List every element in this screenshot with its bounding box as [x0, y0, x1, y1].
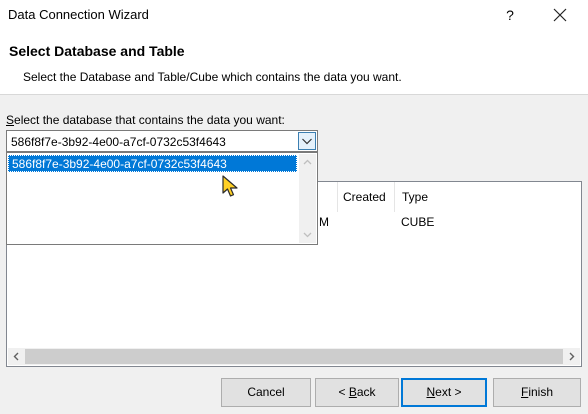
scrollbar-thumb[interactable]	[25, 349, 563, 364]
chevron-down-icon	[303, 232, 312, 238]
table-row-name-partial[interactable]: M	[319, 215, 329, 229]
title-bar: Data Connection Wizard ?	[0, 0, 588, 30]
database-dropdown-list[interactable]: 586f8f7e-3b92-4e00-a7cf-0732c53f4643	[6, 152, 318, 245]
scroll-left-button[interactable]	[8, 348, 25, 365]
close-button[interactable]	[548, 3, 572, 27]
wizard-header: Select Database and Table Select the Dat…	[0, 30, 588, 95]
column-header-created[interactable]: Created	[337, 182, 394, 212]
database-label-mnemonic: S	[6, 113, 15, 127]
page-title: Select Database and Table	[9, 43, 185, 59]
database-label-text: elect the database that contains the dat…	[14, 113, 285, 127]
mouse-cursor-icon	[222, 175, 238, 197]
combobox-dropdown-button[interactable]	[298, 132, 316, 150]
finish-button[interactable]: Finish	[493, 378, 581, 407]
finish-button-label: inish	[528, 385, 554, 399]
scroll-right-button[interactable]	[563, 348, 580, 365]
chevron-right-icon	[569, 352, 575, 361]
back-button-label: ack	[356, 385, 376, 399]
table-row-type[interactable]: CUBE	[401, 215, 434, 229]
back-button[interactable]: < Back	[315, 378, 399, 407]
help-button[interactable]: ?	[500, 5, 520, 25]
dropdown-scrollbar[interactable]	[299, 154, 316, 243]
back-button-mnemonic: B	[348, 385, 357, 399]
column-header-type[interactable]: Type	[394, 182, 474, 212]
horizontal-scrollbar[interactable]	[8, 348, 580, 365]
scroll-up-button[interactable]	[299, 154, 316, 171]
database-combobox[interactable]: 586f8f7e-3b92-4e00-a7cf-0732c53f4643	[6, 130, 318, 152]
close-icon	[553, 8, 567, 22]
chevron-down-icon	[302, 138, 312, 145]
page-subtitle: Select the Database and Table/Cube which…	[23, 70, 402, 84]
scroll-down-button[interactable]	[299, 226, 316, 243]
next-button-mnemonic: N	[426, 385, 436, 399]
database-option[interactable]: 586f8f7e-3b92-4e00-a7cf-0732c53f4643	[8, 155, 297, 172]
cancel-button[interactable]: Cancel	[221, 378, 311, 407]
next-button[interactable]: Next >	[401, 378, 487, 407]
database-label: Select the database that contains the da…	[6, 113, 285, 127]
data-connection-wizard-window: Data Connection Wizard ? Select Database…	[0, 0, 588, 414]
window-title: Data Connection Wizard	[8, 7, 149, 22]
chevron-left-icon	[13, 352, 19, 361]
chevron-up-icon	[303, 159, 312, 165]
back-button-prefix: <	[338, 385, 349, 399]
database-combobox-value: 586f8f7e-3b92-4e00-a7cf-0732c53f4643	[11, 135, 226, 149]
next-button-label: ext >	[435, 385, 462, 399]
